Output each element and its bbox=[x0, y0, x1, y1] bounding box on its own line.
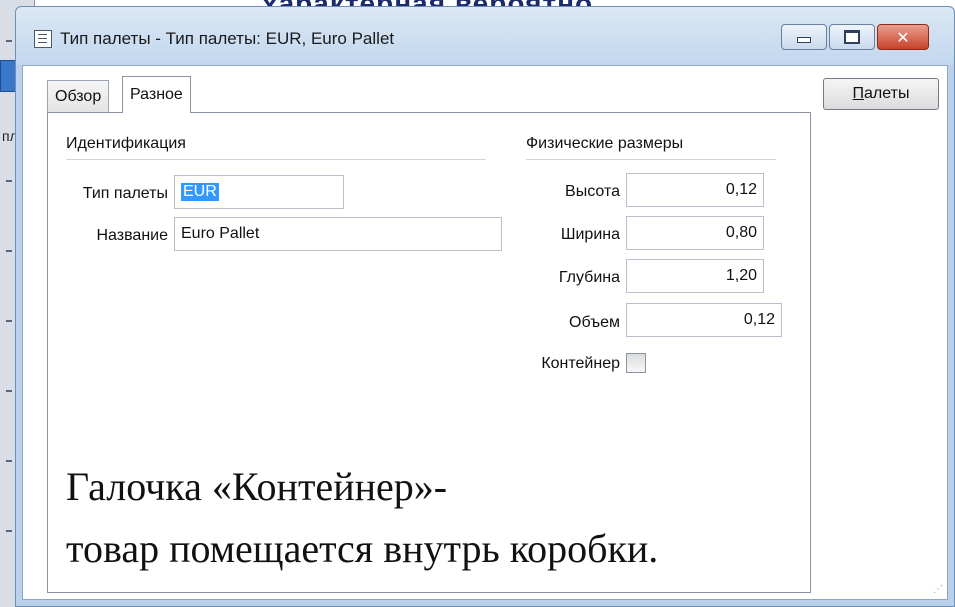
close-button[interactable]: ✕ bbox=[877, 24, 929, 50]
annotation-line-1: Галочка «Контейнер»- bbox=[66, 464, 448, 509]
pallets-button-accelerator: П bbox=[852, 85, 865, 102]
container-label: Контейнер bbox=[541, 355, 620, 372]
pallet-type-value: EUR bbox=[181, 183, 219, 201]
annotation-line-2: товар помещается внутрь коробки. bbox=[66, 526, 659, 571]
maximize-button[interactable] bbox=[829, 24, 875, 50]
form-icon bbox=[34, 30, 52, 48]
volume-label: Объем bbox=[569, 314, 620, 331]
background-tick bbox=[6, 40, 12, 42]
pallets-button[interactable]: Палеты bbox=[823, 78, 939, 110]
background-tick bbox=[6, 390, 12, 392]
window-title: Тип палеты - Тип палеты: EUR, Euro Palle… bbox=[60, 29, 395, 48]
physical-dimensions-group-label: Физические размеры bbox=[526, 135, 684, 152]
minimize-button[interactable] bbox=[781, 24, 827, 50]
volume-input[interactable]: 0,12 bbox=[626, 303, 782, 337]
depth-value: 1,20 bbox=[725, 267, 757, 284]
pallet-type-label: Тип палеты bbox=[82, 185, 168, 202]
volume-value: 0,12 bbox=[743, 311, 775, 328]
name-label: Название bbox=[96, 227, 169, 244]
minimize-icon bbox=[797, 37, 811, 43]
height-input[interactable]: 0,12 bbox=[626, 173, 764, 207]
identification-group-label: Идентификация bbox=[66, 135, 186, 152]
resize-grip-icon[interactable]: ⋰ bbox=[933, 584, 943, 595]
depth-label: Глубина bbox=[558, 269, 620, 286]
tab-overview[interactable]: Обзор bbox=[47, 80, 110, 112]
background-tick bbox=[6, 250, 12, 252]
name-value: Euro Pallet bbox=[181, 225, 260, 242]
height-label: Высота bbox=[565, 183, 620, 200]
window-client-area: Обзор Разное Идентификация Тип палеты EU… bbox=[22, 65, 948, 600]
pallet-type-input[interactable]: EUR bbox=[174, 175, 344, 209]
pallets-button-label: алеты bbox=[864, 85, 910, 102]
background-tick bbox=[6, 530, 12, 532]
title-bar[interactable]: Тип палеты - Тип палеты: EUR, Euro Palle… bbox=[16, 7, 954, 65]
close-icon: ✕ bbox=[896, 27, 910, 47]
width-value: 0,80 bbox=[725, 224, 757, 241]
container-checkbox[interactable] bbox=[626, 353, 646, 373]
physical-dimensions-divider bbox=[526, 159, 776, 160]
pallet-type-window: Тип палеты - Тип палеты: EUR, Euro Palle… bbox=[15, 6, 955, 607]
tab-misc[interactable]: Разное bbox=[122, 76, 191, 113]
width-label: Ширина bbox=[560, 226, 620, 243]
name-input[interactable]: Euro Pallet bbox=[174, 217, 502, 251]
identification-divider bbox=[66, 159, 486, 160]
depth-input[interactable]: 1,20 bbox=[626, 259, 764, 293]
background-tick bbox=[6, 460, 12, 462]
maximize-icon bbox=[844, 30, 860, 44]
height-value: 0,12 bbox=[725, 181, 757, 198]
tab-panel-misc: Идентификация Тип палеты EUR Название Eu… bbox=[47, 112, 811, 593]
background-tick bbox=[6, 320, 12, 322]
background-tick bbox=[6, 180, 12, 182]
width-input[interactable]: 0,80 bbox=[626, 216, 764, 250]
